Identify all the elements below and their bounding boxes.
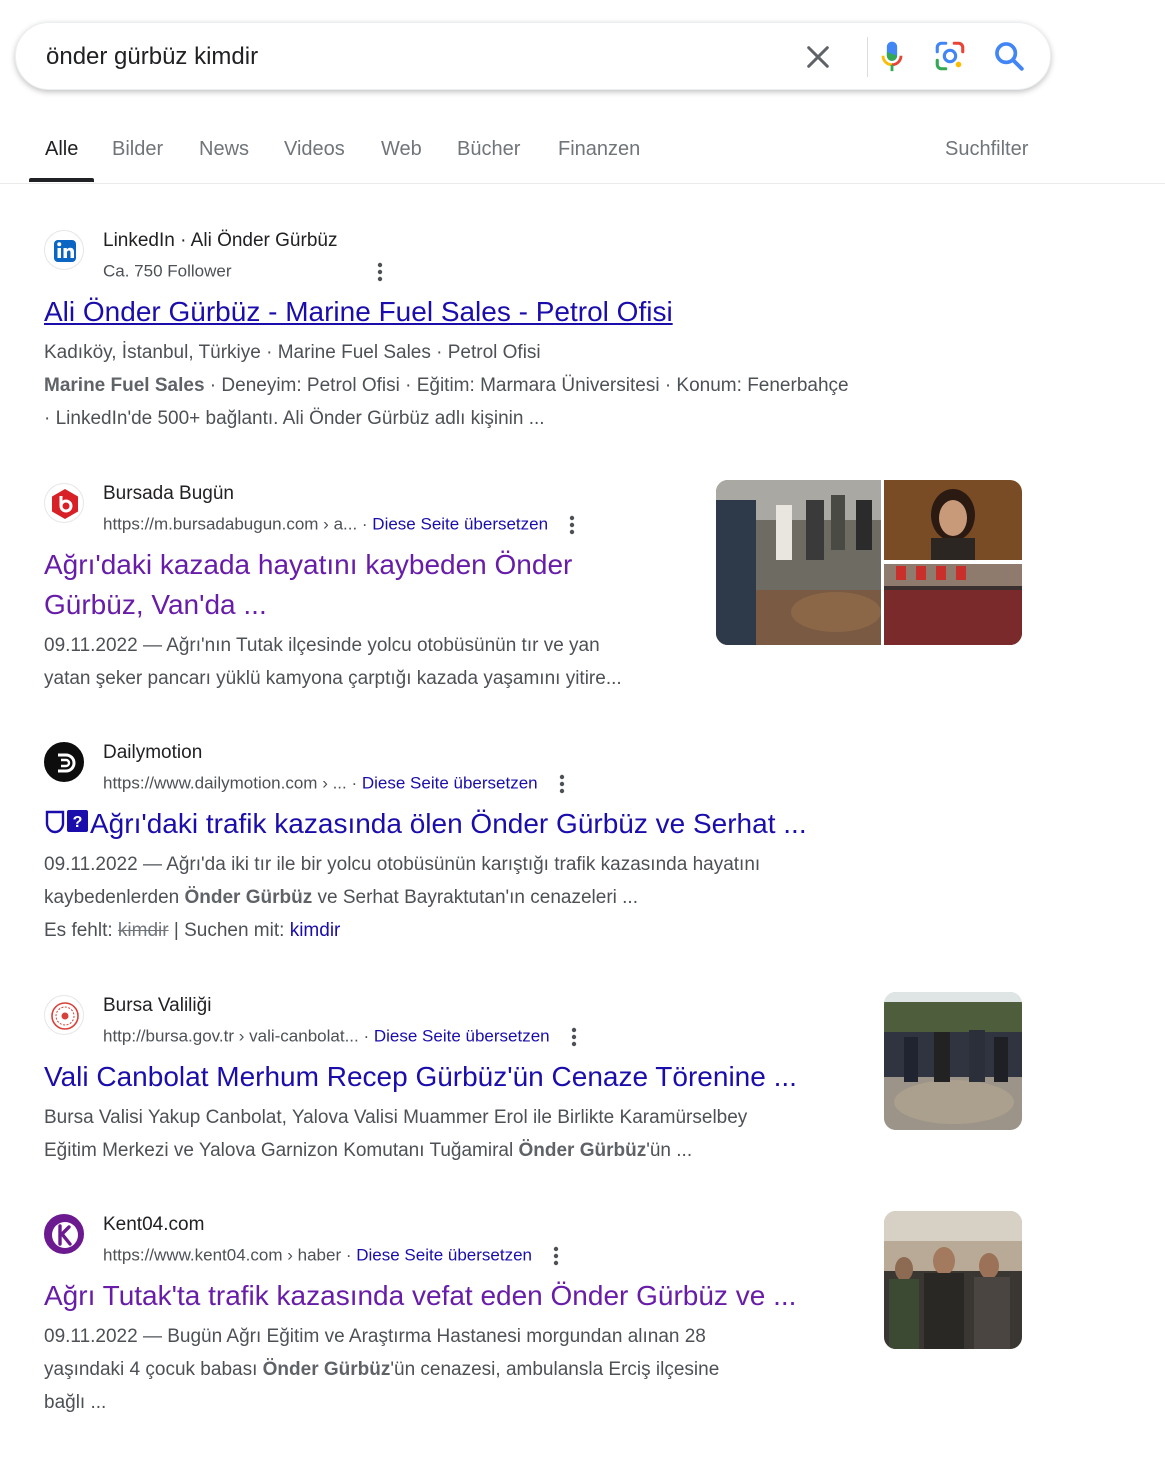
- tab-videos[interactable]: Videos: [284, 138, 345, 161]
- snippet-bold: Önder Gürbüz: [184, 887, 313, 908]
- snippet-bold: Marine Fuel Sales: [44, 375, 205, 396]
- result-site-name: Bursada Bugün: [103, 483, 234, 504]
- linkedin-icon: [44, 230, 84, 270]
- tab-news[interactable]: News: [199, 138, 249, 161]
- result-url: http://bursa.gov.tr › vali-canbolat... ·…: [103, 1025, 584, 1049]
- result-snippet: yaşındaki 4 çocuk babası Önder Gürbüz'ün…: [44, 1353, 1044, 1386]
- snippet-text: kaybedenlerden: [44, 887, 185, 908]
- clear-icon[interactable]: [802, 41, 834, 73]
- tab-buecher[interactable]: Bücher: [457, 138, 520, 161]
- snippet-text: · Deneyim: Petrol Ofisi · Eğitim: Marmar…: [204, 375, 849, 396]
- snippet-bold: Önder Gürbüz: [518, 1140, 647, 1161]
- search-tabs: Alle Bilder News Videos Web Bücher Finan…: [0, 128, 1165, 184]
- result-source[interactable]: LinkedIn · Ali Önder Gürbüz Ca. 750 Foll…: [44, 230, 1044, 288]
- tools-button[interactable]: Suchfilter: [945, 138, 1028, 161]
- result-meta: Kadıköy, İstanbul, Türkiye · Marine Fuel…: [44, 342, 541, 363]
- tab-web[interactable]: Web: [381, 138, 422, 161]
- result-snippet-line: bağlı ...: [44, 1392, 107, 1413]
- svg-text:?: ?: [73, 814, 83, 831]
- snippet-text: Eğitim Merkezi ve Yalova Garnizon Komuta…: [44, 1140, 519, 1161]
- search-input[interactable]: önder gürbüz kimdir: [46, 43, 258, 71]
- result-url-text: https://www.kent04.com › haber: [103, 1245, 342, 1265]
- translate-link[interactable]: Diese Seite übersetzen: [362, 773, 538, 792]
- missing-terms: Es fehlt: kimdir | Suchen mit: kimdir: [44, 914, 1044, 947]
- result-snippet-line: 09.11.2022 — Ağrı'da iki tır ile bir yol…: [44, 854, 761, 875]
- search-result: LinkedIn · Ali Önder Gürbüz Ca. 750 Foll…: [44, 230, 1044, 435]
- tab-bilder[interactable]: Bilder: [112, 138, 163, 161]
- result-image-collage[interactable]: [716, 480, 1022, 645]
- bursadabugun-icon: [44, 483, 84, 523]
- result-title[interactable]: ? Ağrı'daki trafik kazasında ölen Önder G…: [44, 804, 1044, 844]
- result-title[interactable]: Ali Önder Gürbüz - Marine Fuel Sales - P…: [44, 292, 1044, 332]
- more-options-icon[interactable]: [564, 1025, 584, 1049]
- result-source[interactable]: Dailymotion https://www.dailymotion.com …: [44, 742, 1044, 800]
- search-result: Dailymotion https://www.dailymotion.com …: [44, 742, 1044, 947]
- translate-link[interactable]: Diese Seite übersetzen: [372, 514, 548, 533]
- safesearch-shield-icon: ?: [45, 810, 88, 834]
- result-url-text: https://www.dailymotion.com › ...: [103, 773, 347, 793]
- dailymotion-icon: [44, 742, 84, 782]
- translate-link[interactable]: Diese Seite übersetzen: [374, 1026, 550, 1045]
- bursa-valiligi-icon: [44, 995, 84, 1035]
- snippet-text: 'ün cenazesi, ambulansla Erciş ilçesine: [390, 1359, 720, 1380]
- microphone-icon[interactable]: [876, 39, 908, 75]
- missing-term: kimdir: [117, 920, 169, 941]
- search-divider: [867, 37, 868, 77]
- more-options-icon[interactable]: [546, 1244, 566, 1268]
- lens-icon[interactable]: [933, 39, 967, 73]
- result-snippet: Marine Fuel Sales · Deneyim: Petrol Ofis…: [44, 369, 1044, 402]
- result-thumbnail[interactable]: [884, 1211, 1022, 1349]
- result-snippet: Eğitim Merkezi ve Yalova Garnizon Komuta…: [44, 1134, 1044, 1167]
- result-site-name: LinkedIn · Ali Önder Gürbüz: [103, 230, 338, 251]
- snippet-text: yaşındaki 4 çocuk babası: [44, 1359, 263, 1380]
- search-with-label: | Suchen mit:: [168, 920, 290, 941]
- kent04-icon: [44, 1214, 84, 1254]
- more-options-icon[interactable]: [562, 513, 582, 537]
- result-url-text: https://m.bursadabugun.com › a...: [103, 514, 358, 534]
- result-url: https://www.kent04.com › haber · Diese S…: [103, 1244, 566, 1268]
- result-url: https://www.dailymotion.com › ... · Dies…: [103, 772, 572, 796]
- snippet-text: 'ün ...: [646, 1140, 693, 1161]
- snippet-bold: Önder Gürbüz: [262, 1359, 391, 1380]
- search-icon[interactable]: [992, 39, 1026, 73]
- result-url-text: http://bursa.gov.tr › vali-canbolat...: [103, 1026, 359, 1046]
- more-options-icon[interactable]: [552, 772, 572, 796]
- result-snippet-line: · LinkedIn'de 500+ bağlantı. Ali Önder G…: [44, 408, 545, 429]
- result-snippet: kaybedenlerden Önder Gürbüz ve Serhat Ba…: [44, 881, 1044, 914]
- search-bar[interactable]: önder gürbüz kimdir: [15, 22, 1051, 90]
- result-thumbnail[interactable]: [884, 992, 1022, 1130]
- translate-link[interactable]: Diese Seite übersetzen: [356, 1245, 532, 1264]
- result-url-text: Ca. 750 Follower: [103, 261, 232, 281]
- active-tab-indicator: [29, 178, 94, 182]
- tab-alle[interactable]: Alle: [45, 138, 78, 161]
- search-with-link[interactable]: kimdir: [290, 920, 341, 941]
- result-snippet-line: yatan şeker pancarı yüklü kamyona çarptı…: [44, 668, 622, 689]
- missing-label: Es fehlt:: [44, 920, 118, 941]
- result-url: Ca. 750 Follower: [103, 260, 390, 284]
- more-options-icon[interactable]: [370, 260, 390, 284]
- result-title-text: Ağrı'daki trafik kazasında ölen Önder Gü…: [90, 808, 807, 839]
- result-site-name: Kent04.com: [103, 1214, 205, 1235]
- result-url: https://m.bursadabugun.com › a... · Dies…: [103, 513, 582, 537]
- result-site-name: Bursa Valiliği: [103, 995, 212, 1016]
- result-site-name: Dailymotion: [103, 742, 203, 763]
- tab-finanzen[interactable]: Finanzen: [558, 138, 640, 161]
- snippet-text: ve Serhat Bayraktutan'ın cenazeleri ...: [312, 887, 638, 908]
